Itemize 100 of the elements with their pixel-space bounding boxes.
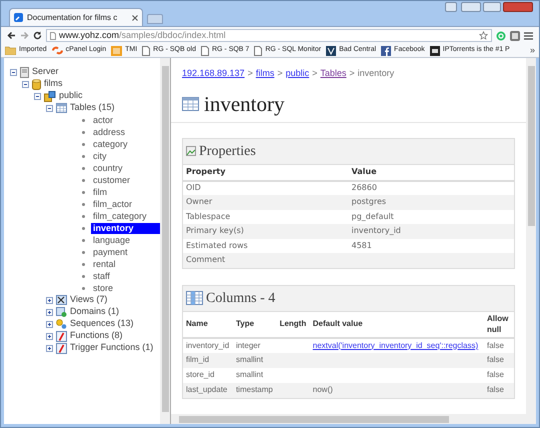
- tree-item[interactable]: Tables (15): [70, 101, 115, 115]
- breadcrumb-separator: >: [312, 67, 318, 80]
- tree-item[interactable]: Domains (1): [70, 305, 120, 319]
- tree-item[interactable]: country: [91, 162, 125, 174]
- table-cell: Comment: [183, 253, 348, 268]
- bullet-icon: [82, 202, 85, 206]
- columns-icon: [186, 291, 203, 305]
- bullet-icon: [82, 166, 85, 170]
- tree-item[interactable]: public: [59, 89, 83, 103]
- minimize-button[interactable]: [461, 2, 481, 12]
- expand-icon[interactable]: [46, 296, 53, 304]
- tree-item[interactable]: payment: [91, 246, 130, 258]
- section-title: Properties: [199, 142, 256, 160]
- bullet-icon: [82, 118, 85, 122]
- breadcrumb-link[interactable]: public: [286, 67, 310, 80]
- browser-tab[interactable]: Documentation for films c: [9, 8, 143, 26]
- tree-item[interactable]: Server: [32, 65, 59, 79]
- breadcrumb-separator: >: [248, 67, 253, 80]
- breadcrumb-link[interactable]: Tables: [320, 67, 346, 80]
- breadcrumb-link[interactable]: 192.168.89.137: [182, 67, 245, 80]
- expand-icon[interactable]: [46, 332, 53, 340]
- sequence-icon: [56, 319, 67, 329]
- expand-icon[interactable]: [46, 308, 53, 316]
- table-cell: last_update: [183, 382, 233, 398]
- tree-item[interactable]: language: [91, 234, 132, 246]
- broken-image-icon: [186, 146, 196, 156]
- collapse-icon[interactable]: [34, 92, 41, 100]
- column-header: Type: [236, 319, 254, 328]
- table-icon: [182, 96, 199, 110]
- bullet-icon: [82, 226, 85, 230]
- bullet-icon: [82, 238, 85, 242]
- tree-item[interactable]: city: [91, 150, 108, 162]
- table-icon: [56, 103, 67, 113]
- scrollbar[interactable]: [526, 58, 536, 414]
- collapse-icon[interactable]: [22, 80, 29, 88]
- breadcrumb-separator: >: [349, 67, 355, 80]
- breadcrumb-separator: >: [277, 67, 283, 80]
- star-icon[interactable]: [479, 31, 488, 40]
- tree-item[interactable]: films: [44, 77, 62, 91]
- tree-item[interactable]: store: [91, 282, 116, 294]
- table-cell: postgres: [348, 195, 514, 210]
- more-bookmarks-button[interactable]: »: [530, 44, 535, 58]
- column-header: Name: [186, 319, 208, 328]
- section-title: Columns - 4: [206, 290, 276, 308]
- view-icon: [56, 295, 67, 305]
- tree-item[interactable]: category: [91, 138, 130, 150]
- function-icon: [56, 330, 67, 342]
- server-icon: [20, 66, 29, 78]
- collapse-icon[interactable]: [46, 104, 53, 112]
- breadcrumb-current: inventory: [358, 67, 394, 80]
- bullet-icon: [82, 190, 85, 194]
- scrollbar[interactable]: [171, 414, 536, 424]
- close-icon[interactable]: [132, 14, 138, 20]
- address-bar[interactable]: www.yohz.com/samples/dbdoc/index.html: [46, 29, 492, 42]
- page-title: inventory: [204, 92, 284, 116]
- table-cell: 4581: [348, 238, 514, 253]
- bullet-icon: [82, 286, 85, 290]
- tree-item[interactable]: film: [91, 186, 109, 198]
- tree-item[interactable]: inventory: [91, 222, 160, 234]
- table-cell: pg_default: [348, 210, 514, 224]
- column-header: Property: [186, 167, 226, 176]
- column-header: Default value: [312, 319, 363, 328]
- expand-icon[interactable]: [46, 320, 53, 328]
- tree-item[interactable]: Views (7): [70, 293, 108, 307]
- bullet-icon: [82, 178, 85, 182]
- bullet-icon: [82, 274, 85, 278]
- bullet-icon: [82, 142, 85, 146]
- tab-title: Documentation for films c: [27, 12, 118, 24]
- column-header: Length: [280, 319, 306, 328]
- collapse-icon[interactable]: [10, 68, 17, 76]
- breadcrumb-link[interactable]: films: [256, 67, 274, 80]
- table-cell: Primary key(s): [183, 224, 348, 238]
- tree-item[interactable]: actor: [91, 114, 116, 126]
- table-cell: Estimated rows: [183, 238, 348, 253]
- tree-item[interactable]: Sequences (13): [70, 317, 134, 331]
- default-value-link[interactable]: nextval('inventory_inventory_id_seq'::regclass): [312, 340, 478, 350]
- tree-item[interactable]: customer: [91, 174, 132, 186]
- table-cell: timestamp: [232, 382, 277, 398]
- profile-button[interactable]: [445, 2, 457, 12]
- tree-item[interactable]: film_category: [91, 210, 149, 222]
- page-icon: [50, 32, 56, 40]
- tree-item[interactable]: film_actor: [91, 198, 134, 210]
- tree-item[interactable]: staff: [91, 270, 112, 282]
- menu-icon[interactable]: [524, 32, 533, 40]
- table-cell: smallint: [232, 352, 277, 368]
- back-icon[interactable]: [7, 31, 16, 40]
- scrollbar[interactable]: [160, 58, 170, 424]
- tree-item[interactable]: Functions (8): [70, 329, 123, 343]
- database-icon: [32, 78, 41, 90]
- tree-item[interactable]: address: [91, 126, 128, 138]
- expand-icon[interactable]: [46, 344, 53, 352]
- table-cell: false: [484, 382, 514, 398]
- bullet-icon: [82, 154, 85, 158]
- maximize-button[interactable]: [483, 2, 501, 12]
- column-header: Allow null: [487, 314, 508, 334]
- bullet-icon: [82, 250, 85, 254]
- url-text: www.yohz.com/samples/dbdoc/index.html: [59, 28, 226, 42]
- reload-icon[interactable]: [33, 31, 42, 40]
- tree-item[interactable]: Trigger Functions (1): [70, 341, 154, 355]
- tree-item[interactable]: rental: [91, 258, 118, 270]
